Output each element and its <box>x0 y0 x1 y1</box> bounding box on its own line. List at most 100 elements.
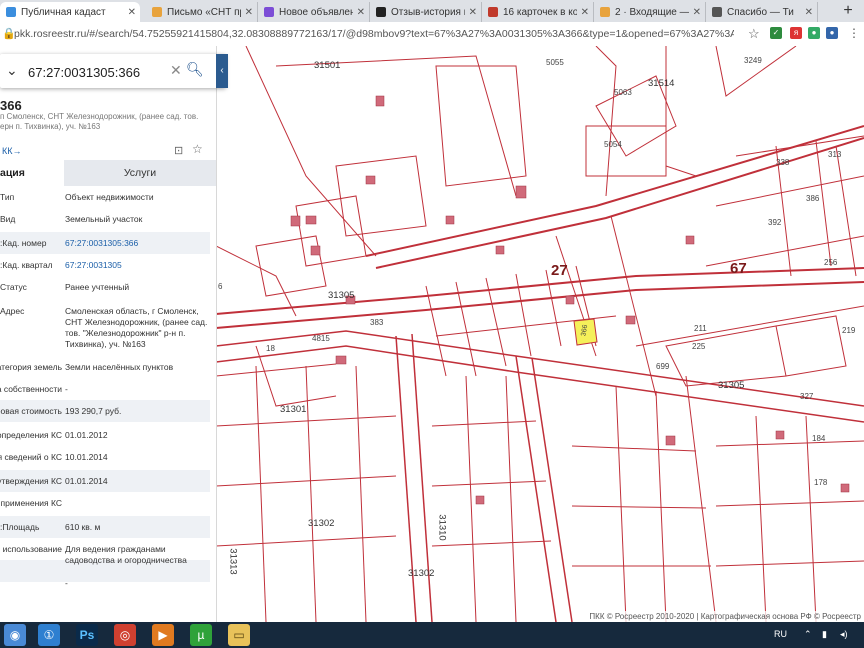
block-label: 31305 <box>718 380 745 391</box>
network-icon[interactable]: ▮ <box>822 629 827 640</box>
object-number: 366 <box>0 98 22 113</box>
row-key: Адрес <box>0 306 25 316</box>
row-key: Дата применения КС: <box>0 498 62 508</box>
row-key: Дата определения КС: <box>0 430 62 440</box>
info-panel: 366 п Смоленск, СНТ Железнодорожник, (ра… <box>0 46 217 622</box>
zoom-to-object-icon[interactable]: ⊡ <box>174 144 183 157</box>
close-icon[interactable]: ✕ <box>245 7 253 18</box>
favorite-star-icon[interactable]: ☆ <box>192 142 203 156</box>
extension-icon[interactable]: ● <box>808 27 820 39</box>
folder-icon[interactable]: ▭ <box>228 624 250 646</box>
chevron-up-icon[interactable]: ⌃ <box>804 629 812 640</box>
block-label: 31305 <box>328 290 355 301</box>
row-key: Форма собственности: <box>0 384 62 394</box>
gmail-icon <box>152 7 162 17</box>
tab-1-title: Публичная кадаст <box>21 6 106 18</box>
kk-link[interactable]: КК→ <box>2 146 22 156</box>
row-key: Вид <box>0 214 16 224</box>
taskbar: ◉ ① Ps ◎ ▶ µ ▭ RU ⌃ ▮ ◂) <box>0 622 864 648</box>
url-field[interactable]: pkk.rosreestr.ru/#/search/54.75255921415… <box>14 28 734 40</box>
media-player-icon[interactable]: ▶ <box>152 624 174 646</box>
chevron-down-icon[interactable]: ⌄ <box>6 62 18 79</box>
extension-icon[interactable]: ● <box>826 27 838 39</box>
menu-icon[interactable]: ⋮ <box>848 27 860 39</box>
trello-icon <box>488 7 498 17</box>
cadastral-number-link[interactable]: 67:27:0031305:366 <box>65 238 213 249</box>
close-icon[interactable]: ✕ <box>693 7 701 18</box>
row-value: 01.01.2012 <box>65 430 108 440</box>
parcel-label: 256 <box>824 258 838 267</box>
tab-4[interactable]: Отзыв-история пр ✕ <box>370 2 482 22</box>
cadastral-map[interactable]: 27 67 31501 31301 31302 31305 31310 3131… <box>216 46 864 622</box>
chrome-logo-icon[interactable]: ◉ <box>4 624 26 646</box>
collapse-panel-button[interactable]: ‹ <box>216 54 228 88</box>
row-value: 10.01.2014 <box>65 452 108 462</box>
row-value: 610 кв. м <box>65 522 101 532</box>
quarter-number-label: 27 <box>551 262 568 279</box>
parcel-label: 4815 <box>312 334 330 343</box>
installer-icon[interactable]: ① <box>38 624 60 646</box>
row-value: 01.01.2014 <box>65 476 108 486</box>
row-value: - <box>65 384 68 394</box>
plus-icon <box>376 7 386 17</box>
bookmark-star-icon[interactable]: ☆ <box>748 26 760 42</box>
clear-icon[interactable]: ✕ <box>170 62 182 79</box>
row-key: Площадь: <box>0 522 40 532</box>
block-label: 31310 <box>436 514 448 541</box>
map-attribution: ПКК © Росреестр 2010-2020 | Картографиче… <box>586 611 864 622</box>
panel-tabs: ация Услуги <box>0 160 216 186</box>
tab-2[interactable]: Письмо «СНТ прод ✕ <box>146 2 258 22</box>
extension-icon[interactable]: ✓ <box>770 27 782 39</box>
block-label: 31302 <box>308 518 335 529</box>
search-icon[interactable]: 🔍︎ <box>186 61 204 78</box>
quarter-number-label: 67 <box>730 260 747 277</box>
parcel-label: 178 <box>814 478 828 487</box>
parcel-label: 313 <box>828 150 842 159</box>
chrome-icon[interactable]: ◎ <box>114 624 136 646</box>
system-tray: RU ⌃ ▮ ◂) <box>774 622 864 648</box>
language-indicator[interactable]: RU <box>774 629 787 639</box>
close-icon[interactable]: ✕ <box>581 7 589 18</box>
parcel-label: 225 <box>692 342 706 351</box>
tab-3[interactable]: Новое объявлени ✕ <box>258 2 370 22</box>
parcel-label: 5063 <box>614 88 632 97</box>
row-value: Ранее учтенный <box>65 282 130 292</box>
extension-icon[interactable]: я <box>790 27 802 39</box>
tab-3-title: Новое объявлени <box>279 6 353 18</box>
volume-icon[interactable]: ◂) <box>840 629 848 640</box>
tab-2-title: Письмо «СНТ прод <box>167 6 241 18</box>
row-value: Для ведения гражданами садоводства и ого… <box>65 544 187 565</box>
new-tab-button[interactable]: + <box>838 2 858 20</box>
close-icon[interactable]: ✕ <box>469 7 477 18</box>
tab-services[interactable]: Услуги <box>64 160 216 186</box>
browser-tab-strip: Публичная кадаст ✕ Письмо «СНТ прод ✕ Но… <box>0 0 864 22</box>
close-icon[interactable]: ✕ <box>805 7 813 18</box>
parcel-label: 5055 <box>546 58 564 67</box>
close-icon[interactable]: ✕ <box>357 7 365 18</box>
tab-7-title: Спасибо — Ти <box>727 6 794 18</box>
row-key: Дата утверждения КС: <box>0 476 62 486</box>
block-label: 31313 <box>227 548 239 575</box>
avito-icon <box>264 7 274 17</box>
tab-1[interactable]: Публичная кадаст ✕ <box>0 2 140 22</box>
search-input[interactable] <box>26 62 170 82</box>
block-label: 31514 <box>648 78 675 89</box>
photoshop-icon[interactable]: Ps <box>76 624 98 646</box>
tab-information[interactable]: ация <box>0 160 64 186</box>
tab-5[interactable]: 16 карточек в кол ✕ <box>482 2 594 22</box>
utorrent-icon[interactable]: µ <box>190 624 212 646</box>
row-value: - <box>65 578 68 588</box>
row-key: Кад. квартал: <box>0 260 53 270</box>
close-icon[interactable]: ✕ <box>128 7 136 18</box>
parcel-label: 6 <box>218 282 223 291</box>
tab-5-title: 16 карточек в кол <box>503 6 577 18</box>
row-value: 193 290,7 руб. <box>65 406 122 416</box>
tab-6-title: 2 · Входящие — Ян <box>615 6 689 18</box>
block-label: 31302 <box>408 568 435 579</box>
row-key: Тип <box>0 192 15 202</box>
cadastral-quarter-link[interactable]: 67:27:0031305 <box>65 260 213 271</box>
tab-6[interactable]: 2 · Входящие — Ян ✕ <box>594 2 706 22</box>
tab-7[interactable]: Спасибо — Ти ✕ <box>706 2 818 22</box>
row-key: Кадастровая стоимость: <box>0 406 62 416</box>
parcel-label: 211 <box>694 324 707 333</box>
